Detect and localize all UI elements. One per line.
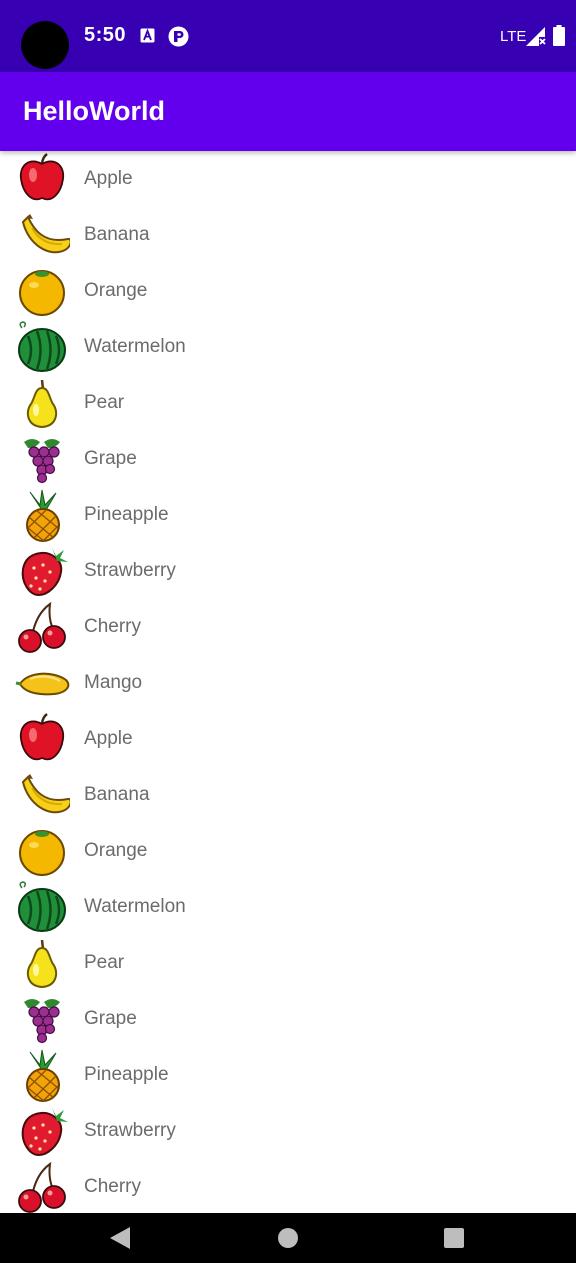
list-item[interactable]: Cherry bbox=[0, 1159, 576, 1213]
watermelon-icon bbox=[18, 321, 66, 372]
battery-icon bbox=[553, 25, 565, 46]
fruit-name: Grape bbox=[84, 448, 137, 469]
list-item[interactable]: Cherry bbox=[0, 599, 576, 655]
list-item[interactable]: Pear bbox=[0, 375, 576, 431]
fruit-name: Strawberry bbox=[84, 1120, 176, 1141]
fruit-name: Orange bbox=[84, 280, 148, 301]
list-item[interactable]: Watermelon bbox=[0, 319, 576, 375]
list-item[interactable]: Pineapple bbox=[0, 487, 576, 543]
grape-icon bbox=[24, 439, 60, 484]
fruit-name: Strawberry bbox=[84, 560, 176, 581]
navigation-bar bbox=[0, 1213, 576, 1263]
fruit-name: Pineapple bbox=[84, 1064, 169, 1085]
camera-hole bbox=[21, 21, 69, 69]
app-bar: HelloWorld bbox=[0, 72, 576, 151]
list-item[interactable]: Pineapple bbox=[0, 1047, 576, 1103]
orange-icon bbox=[19, 830, 65, 876]
fruit-name: Watermelon bbox=[84, 896, 186, 917]
p-notification-icon bbox=[168, 26, 189, 47]
back-icon[interactable] bbox=[108, 1225, 132, 1251]
cherry-icon bbox=[18, 1161, 66, 1213]
list-item[interactable]: Strawberry bbox=[0, 1103, 576, 1159]
pineapple-icon bbox=[26, 489, 60, 542]
watermelon-icon bbox=[18, 881, 66, 932]
list-item[interactable]: Apple bbox=[0, 711, 576, 767]
fruit-name: Apple bbox=[84, 728, 133, 749]
list-item[interactable]: Banana bbox=[0, 767, 576, 823]
pineapple-icon bbox=[26, 1049, 60, 1102]
mango-icon bbox=[15, 672, 70, 696]
app-title: HelloWorld bbox=[23, 96, 166, 126]
banana-icon bbox=[21, 774, 70, 814]
fruit-name: Banana bbox=[84, 784, 150, 805]
grape-icon bbox=[24, 999, 60, 1044]
status-time: 5:50 bbox=[84, 24, 127, 46]
pear-icon bbox=[26, 379, 58, 429]
a-notification-icon bbox=[140, 28, 155, 43]
list-item[interactable]: Grape bbox=[0, 991, 576, 1047]
fruit-name: Grape bbox=[84, 1008, 137, 1029]
pear-icon bbox=[26, 939, 58, 989]
cherry-icon bbox=[18, 601, 66, 653]
list-item[interactable]: Orange bbox=[0, 263, 576, 319]
apple-icon bbox=[19, 713, 65, 761]
list-item[interactable]: Banana bbox=[0, 207, 576, 263]
strawberry-icon bbox=[21, 548, 68, 597]
list-item[interactable]: Mango bbox=[0, 655, 576, 711]
fruit-name: Pear bbox=[84, 392, 125, 413]
fruit-name: Apple bbox=[84, 168, 133, 189]
signal-icon bbox=[526, 27, 546, 46]
apple-icon bbox=[19, 153, 65, 201]
network-type: LTE bbox=[500, 28, 527, 45]
fruit-name: Banana bbox=[84, 224, 150, 245]
list-item[interactable]: Orange bbox=[0, 823, 576, 879]
fruit-name: Pear bbox=[84, 952, 125, 973]
fruit-list[interactable]: Apple Banana Orange Watermelon Pear Grape Pine… bbox=[0, 151, 576, 1213]
fruit-name: Pineapple bbox=[84, 504, 169, 525]
fruit-name: Cherry bbox=[84, 616, 142, 637]
fruit-name: Cherry bbox=[84, 1176, 142, 1197]
list-item[interactable]: Watermelon bbox=[0, 879, 576, 935]
home-icon[interactable] bbox=[277, 1227, 299, 1249]
orange-icon bbox=[19, 270, 65, 316]
recents-icon[interactable] bbox=[444, 1228, 464, 1248]
fruit-name: Mango bbox=[84, 672, 143, 693]
banana-icon bbox=[21, 214, 70, 254]
list-item[interactable]: Pear bbox=[0, 935, 576, 991]
fruit-name: Watermelon bbox=[84, 336, 186, 357]
strawberry-icon bbox=[21, 1108, 68, 1157]
fruit-name: Orange bbox=[84, 840, 148, 861]
list-item[interactable]: Grape bbox=[0, 431, 576, 487]
list-item[interactable]: Apple bbox=[0, 151, 576, 207]
status-bar: 5:50 LTE bbox=[0, 0, 576, 72]
list-item[interactable]: Strawberry bbox=[0, 543, 576, 599]
